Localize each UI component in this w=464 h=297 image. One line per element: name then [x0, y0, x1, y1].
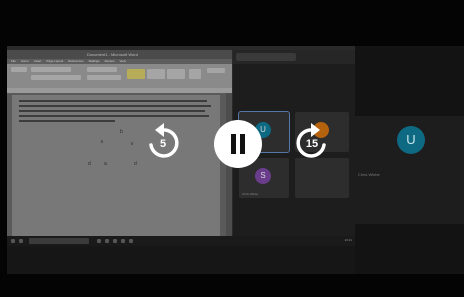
structure-glyph: d	[88, 161, 91, 167]
word-title-bar: Document1 - Microsoft Word	[7, 50, 232, 59]
app-icon	[97, 239, 101, 243]
app-icon	[105, 239, 109, 243]
meeting-toolbar	[233, 50, 355, 64]
text-line	[19, 120, 115, 122]
taskbar-clock: 10:21	[344, 238, 352, 242]
text-line	[19, 100, 207, 102]
forward-button[interactable]: 15	[292, 120, 332, 164]
app-icon	[129, 239, 133, 243]
structure-glyph: d	[134, 161, 137, 167]
structure-glyph: ∧	[100, 139, 104, 145]
ribbon-editing	[207, 68, 225, 73]
ribbon-style-nospacing	[147, 69, 165, 79]
task-view-icon	[19, 239, 23, 243]
windows-taskbar: 10:21	[7, 236, 355, 246]
participant-name: Chris Wiebe	[242, 192, 259, 196]
structure-glyph: ∨	[130, 141, 134, 147]
participant-name: Chris Wiebe	[358, 172, 380, 177]
ribbon-font-format	[31, 75, 81, 80]
meeting-tab	[236, 53, 296, 61]
word-ribbon	[7, 64, 232, 88]
rewind-button[interactable]: 5	[143, 120, 183, 164]
ribbon-paragraph	[87, 67, 117, 72]
rewind-seconds: 5	[159, 138, 167, 150]
forward-seconds: 15	[305, 138, 319, 150]
ribbon-paragraph-align	[87, 75, 121, 80]
ribbon-style-normal	[127, 69, 145, 79]
video-player[interactable]: Document1 - Microsoft Word File Home Ins…	[0, 0, 464, 297]
participant-avatar: S	[255, 168, 271, 184]
taskbar-search	[29, 238, 89, 244]
text-line	[19, 110, 205, 112]
text-line	[19, 115, 209, 117]
participant-avatar: U	[397, 126, 425, 154]
text-line	[19, 105, 211, 107]
participant-panel: U Chris Wiebe	[355, 46, 464, 274]
structure-glyph: b	[120, 129, 123, 135]
app-icon	[121, 239, 125, 243]
ribbon-font-box	[31, 67, 71, 72]
pause-button[interactable]	[214, 120, 262, 168]
ribbon-change-styles	[189, 69, 201, 79]
participant-tile: U Chris Wiebe	[355, 116, 464, 224]
start-icon	[11, 239, 15, 243]
ribbon-style-heading	[167, 69, 185, 79]
ribbon-paste	[11, 67, 27, 72]
pause-icon	[231, 134, 236, 154]
document-area: b ∧ ∨ d a d	[7, 93, 232, 236]
participant-tile	[295, 158, 349, 198]
word-window: Document1 - Microsoft Word File Home Ins…	[7, 50, 232, 236]
app-icon	[113, 239, 117, 243]
pause-icon	[240, 134, 245, 154]
structure-glyph: a	[104, 161, 107, 167]
document-page: b ∧ ∨ d a d	[12, 95, 220, 236]
